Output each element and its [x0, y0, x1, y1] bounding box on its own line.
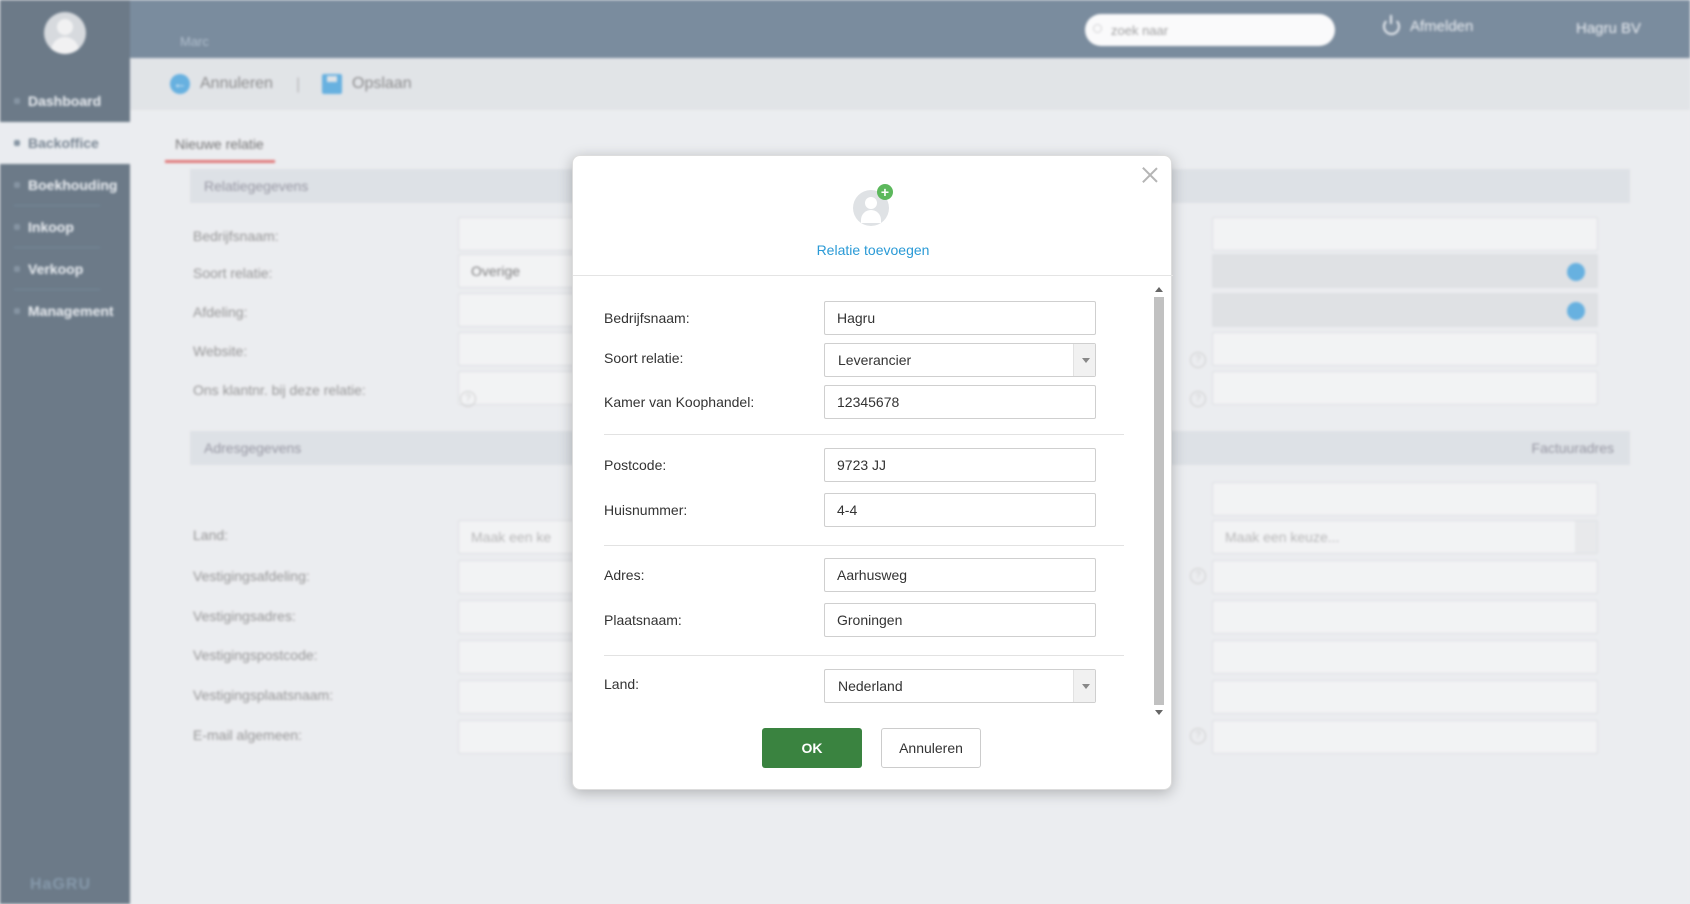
scroll-up-icon[interactable]	[1155, 287, 1163, 292]
label-kvk: Kamer van Koophandel:	[604, 394, 755, 410]
label-address: Adres:	[604, 567, 645, 583]
label-country: Land:	[604, 676, 640, 692]
cancel-button[interactable]: Annuleren	[881, 728, 981, 768]
dialog-header: + Relatie toevoegen	[573, 156, 1173, 276]
kvk-input[interactable]	[824, 385, 1096, 419]
scroll-thumb[interactable]	[1154, 297, 1164, 705]
chevron-down-icon[interactable]	[1073, 344, 1095, 376]
dialog-scrollbar[interactable]	[1153, 287, 1165, 715]
dialog-body: Bedrijfsnaam: Soort relatie: Leverancier…	[573, 277, 1173, 725]
divider	[604, 434, 1124, 435]
label-postcode: Postcode:	[604, 457, 667, 473]
divider	[604, 655, 1124, 656]
user-add-icon: +	[851, 184, 895, 226]
city-input[interactable]	[824, 603, 1096, 637]
address-input[interactable]	[824, 558, 1096, 592]
label-house-number: Huisnummer:	[604, 502, 688, 518]
divider	[604, 545, 1124, 546]
company-input[interactable]	[824, 301, 1096, 335]
select-value: Leverancier	[838, 352, 912, 368]
dialog-title: Relatie toevoegen	[816, 242, 930, 258]
label-relation-type: Soort relatie:	[604, 350, 684, 366]
chevron-down-icon[interactable]	[1073, 670, 1095, 702]
postcode-input[interactable]	[824, 448, 1096, 482]
label-city: Plaatsnaam:	[604, 612, 682, 628]
label-company: Bedrijfsnaam:	[604, 310, 690, 326]
house-number-input[interactable]	[824, 493, 1096, 527]
country-select[interactable]: Nederland	[824, 669, 1096, 703]
ok-button[interactable]: OK	[762, 728, 862, 768]
select-value: Nederland	[838, 678, 903, 694]
relation-type-select[interactable]: Leverancier	[824, 343, 1096, 377]
scroll-down-icon[interactable]	[1155, 710, 1163, 715]
add-relation-dialog: + Relatie toevoegen Bedrijfsnaam: Soort …	[572, 155, 1173, 790]
